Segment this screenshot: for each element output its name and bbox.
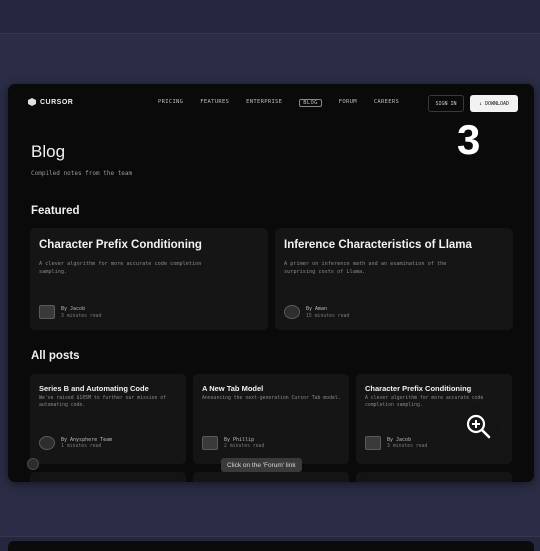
sign-in-button[interactable]: SIGN IN bbox=[428, 95, 464, 112]
instruction-tooltip: Click on the 'Forum' link bbox=[221, 458, 302, 472]
zoom-in-icon bbox=[466, 414, 491, 439]
post-card[interactable]: Series B and Automating Code We've raise… bbox=[30, 374, 186, 464]
scroll-indicator[interactable] bbox=[27, 458, 39, 470]
author-avatar bbox=[39, 436, 55, 450]
card-author: By Anysphere Team bbox=[61, 437, 113, 443]
author-avatar bbox=[284, 305, 300, 319]
author-avatar bbox=[365, 436, 381, 450]
nav-links: PRICING FEATURES ENTERPRISE BLOG FORUM C… bbox=[158, 99, 399, 107]
featured-card[interactable]: Inference Characteristics of Llama A pri… bbox=[275, 228, 513, 330]
nav-link-features[interactable]: FEATURES bbox=[200, 99, 229, 107]
card-description: We've raised $105M to further our missio… bbox=[39, 396, 167, 408]
page-title: Blog bbox=[31, 142, 66, 161]
card-description: A clever algorithm for more accurate cod… bbox=[39, 261, 202, 275]
page-subtitle: Compiled notes from the team bbox=[31, 170, 133, 177]
cursor-logo-icon bbox=[28, 98, 36, 106]
all-posts-heading: All posts bbox=[31, 350, 80, 362]
author-avatar bbox=[39, 305, 55, 319]
post-card-partial bbox=[356, 472, 512, 482]
card-title: Character Prefix Conditioning bbox=[39, 239, 202, 251]
card-title: A New Tab Model bbox=[202, 384, 264, 393]
card-read-time: 2 minutes read bbox=[224, 444, 265, 449]
featured-heading: Featured bbox=[31, 205, 80, 217]
post-card[interactable]: A New Tab Model Announcing the next-gene… bbox=[193, 374, 349, 464]
card-description: Announcing the next-generation Cursor Ta… bbox=[202, 396, 341, 401]
featured-card[interactable]: Character Prefix Conditioning A clever a… bbox=[30, 228, 268, 330]
card-read-time: 3 minutes read bbox=[387, 444, 428, 449]
card-author: By Jacob bbox=[61, 306, 86, 312]
author-avatar bbox=[202, 436, 218, 450]
card-read-time: 15 minutes read bbox=[306, 314, 350, 319]
nav-link-enterprise[interactable]: ENTERPRISE bbox=[246, 99, 282, 107]
card-title: Character Prefix Conditioning bbox=[365, 384, 472, 393]
download-label: DOWNLOAD bbox=[484, 100, 510, 107]
card-read-time: 1 minutes read bbox=[61, 444, 102, 449]
screenshot-frame: CURSOR PRICING FEATURES ENTERPRISE BLOG … bbox=[8, 84, 534, 482]
card-read-time: 3 minutes read bbox=[61, 314, 102, 319]
card-description: A primer on inference math and an examin… bbox=[284, 261, 447, 275]
card-title: Inference Characteristics of Llama bbox=[284, 239, 472, 251]
card-author: By Phillip bbox=[224, 437, 255, 443]
card-author: By Aman bbox=[306, 306, 328, 312]
nav-link-pricing[interactable]: PRICING bbox=[158, 99, 183, 107]
download-icon: ↓ bbox=[478, 100, 482, 107]
top-nav: CURSOR PRICING FEATURES ENTERPRISE BLOG … bbox=[8, 84, 534, 122]
step-number: 3 bbox=[457, 116, 481, 163]
post-card-partial bbox=[193, 472, 349, 482]
card-title: Series B and Automating Code bbox=[39, 384, 149, 393]
post-card-partial bbox=[30, 472, 186, 482]
brand-name: CURSOR bbox=[40, 98, 74, 106]
top-band bbox=[0, 0, 540, 34]
zoom-button[interactable] bbox=[456, 404, 500, 448]
nav-link-forum[interactable]: FORUM bbox=[339, 99, 357, 107]
nav-link-blog[interactable]: BLOG bbox=[299, 99, 322, 107]
card-author: By Jacob bbox=[387, 437, 412, 443]
download-button[interactable]: ↓ DOWNLOAD bbox=[470, 95, 518, 112]
next-slide-edge bbox=[8, 541, 534, 551]
brand-logo[interactable]: CURSOR bbox=[28, 98, 73, 106]
nav-link-careers[interactable]: CAREERS bbox=[374, 99, 399, 107]
